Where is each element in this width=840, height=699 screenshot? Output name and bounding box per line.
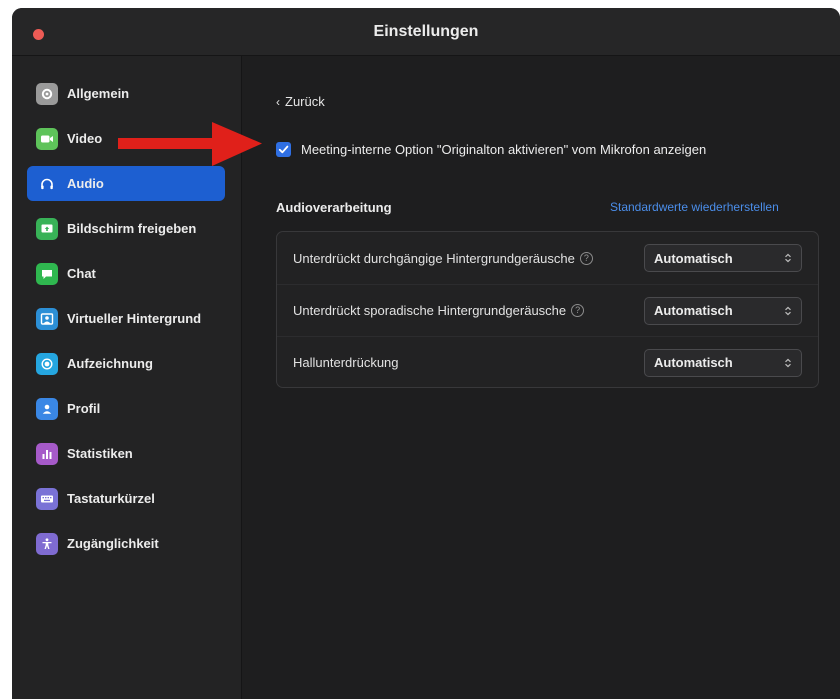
sidebar-item-label: Audio: [67, 176, 104, 191]
window-title: Einstellungen: [373, 23, 479, 40]
select-value: Automatisch: [654, 250, 733, 266]
setting-row: Unterdrückt durchgängige Hintergrundgerä…: [277, 232, 818, 284]
title-bar: Einstellungen: [12, 8, 840, 56]
original-sound-checkbox[interactable]: [276, 142, 291, 157]
sidebar-item-tastaturkuerzel[interactable]: Tastaturkürzel: [27, 481, 225, 516]
select-value: Automatisch: [654, 303, 733, 318]
sidebar-item-allgemein[interactable]: Allgemein: [27, 76, 225, 111]
sidebar-item-label: Bildschirm freigeben: [67, 221, 197, 236]
setting-label: Unterdrückt durchgängige Hintergrundgerä…: [293, 251, 593, 266]
restore-defaults-link[interactable]: Standardwerte wiederherstellen: [610, 200, 779, 214]
settings-window: Einstellungen Allgemein Video Audio Bild…: [12, 8, 840, 699]
sidebar-item-aufzeichnung[interactable]: Aufzeichnung: [27, 346, 225, 381]
headphones-icon: [36, 173, 58, 195]
keyboard-icon: [36, 487, 58, 510]
persistent-noise-select[interactable]: Automatisch: [644, 244, 802, 272]
sidebar-item-label: Chat: [67, 266, 96, 281]
virtual-background-icon: [36, 307, 58, 330]
sidebar-item-chat[interactable]: Chat: [27, 256, 225, 291]
help-icon[interactable]: ?: [571, 304, 585, 317]
sidebar-item-virtueller-hintergrund[interactable]: Virtueller Hintergrund: [27, 301, 225, 336]
setting-row: Unterdrückt sporadische Hintergrundgeräu…: [277, 284, 818, 336]
original-sound-checkbox-label: Meeting-interne Option "Originalton akti…: [301, 142, 707, 157]
chevron-left-icon: ‹: [276, 94, 280, 109]
select-value: Automatisch: [654, 355, 733, 370]
sidebar-item-label: Allgemein: [67, 86, 130, 101]
original-sound-option-row[interactable]: Meeting-interne Option "Originalton akti…: [276, 142, 706, 157]
section-title-audioverarbeitung: Audioverarbeitung: [276, 200, 392, 215]
annotation-arrow-icon: [118, 122, 262, 166]
echo-cancellation-select[interactable]: Automatisch: [644, 348, 802, 377]
sidebar-item-label: Aufzeichnung: [67, 356, 153, 371]
recording-icon: [36, 352, 58, 375]
gear-icon: [36, 82, 58, 105]
help-icon[interactable]: ?: [579, 251, 593, 265]
sidebar-item-audio[interactable]: Audio: [27, 166, 225, 201]
checkmark-icon: [278, 145, 289, 154]
profile-icon: [36, 397, 58, 420]
statistics-icon: [36, 442, 58, 465]
sidebar-item-label: Virtueller Hintergrund: [67, 311, 202, 326]
chevron-updown-icon: [785, 306, 791, 315]
sidebar-item-label: Tastaturkürzel: [67, 491, 155, 506]
setting-label: Unterdrückt sporadische Hintergrundgeräu…: [293, 303, 585, 318]
back-label: Zurück: [285, 94, 325, 109]
video-icon: [36, 127, 58, 150]
setting-label: Hallunterdrückung: [293, 355, 399, 370]
sidebar-item-profil[interactable]: Profil: [27, 391, 225, 426]
setting-label-text: Hallunterdrückung: [293, 355, 399, 370]
chevron-updown-icon: [785, 253, 791, 263]
sidebar-item-label: Statistiken: [67, 446, 133, 461]
sidebar-item-label: Profil: [67, 401, 101, 416]
sidebar-item-bildschirm-freigeben[interactable]: Bildschirm freigeben: [27, 211, 225, 246]
setting-row: Hallunterdrückung Automatisch: [277, 336, 818, 388]
back-button[interactable]: ‹ Zurück: [276, 94, 325, 109]
share-screen-icon: [36, 217, 58, 240]
audio-processing-panel: Unterdrückt durchgängige Hintergrundgerä…: [276, 231, 819, 388]
chat-icon: [36, 262, 58, 285]
chevron-updown-icon: [785, 358, 791, 367]
sidebar-item-statistiken[interactable]: Statistiken: [27, 436, 225, 471]
intermittent-noise-select[interactable]: Automatisch: [644, 296, 802, 325]
setting-label-text: Unterdrückt sporadische Hintergrundgeräu…: [293, 303, 567, 318]
sidebar-item-label: Zugänglichkeit: [67, 536, 159, 551]
sidebar-item-label: Video: [67, 131, 103, 146]
settings-content: ‹ Zurück Meeting-interne Option "Origina…: [243, 56, 840, 699]
sidebar-item-zugaenglichkeit[interactable]: Zugänglichkeit: [27, 526, 225, 561]
accessibility-icon: [36, 532, 58, 555]
setting-label-text: Unterdrückt durchgängige Hintergrundgerä…: [293, 250, 575, 266]
